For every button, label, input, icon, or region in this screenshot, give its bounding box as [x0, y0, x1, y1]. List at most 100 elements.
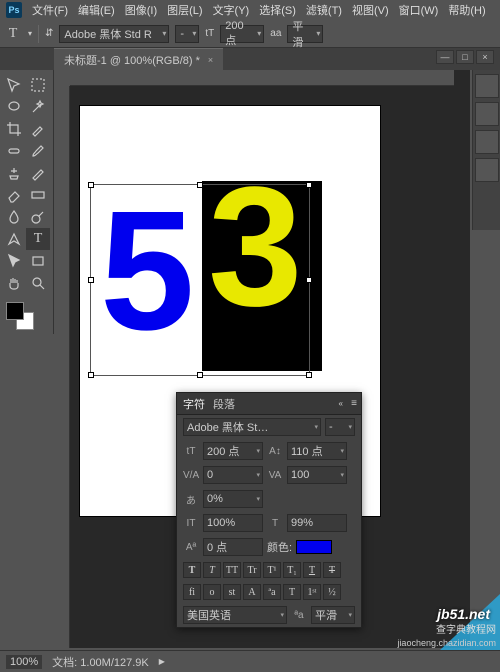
transform-bounding-box[interactable]	[90, 184, 310, 376]
faux-bold-button[interactable]: T	[183, 562, 201, 578]
transform-handle[interactable]	[88, 182, 94, 188]
document-tab-bar: 未标题-1 @ 100%(RGB/8) * ×	[0, 48, 500, 70]
opentype-buttons: fi o st A ªa T 1ˢᵗ ½	[177, 581, 361, 603]
blur-tool[interactable]	[2, 206, 26, 228]
menu-layer[interactable]: 图层(L)	[167, 2, 202, 18]
type-tool[interactable]: T	[26, 228, 50, 250]
dock-panel-icon[interactable]	[475, 158, 499, 182]
dodge-tool[interactable]	[26, 206, 50, 228]
doc-close-button[interactable]: ×	[476, 50, 494, 64]
transform-handle[interactable]	[88, 277, 94, 283]
ot-fractions-button[interactable]: ½	[323, 584, 341, 600]
font-style-dropdown[interactable]: -	[175, 25, 199, 43]
ot-titling-button[interactable]: T	[283, 584, 301, 600]
subscript-button[interactable]: T₁	[283, 562, 301, 578]
doc-maximize-button[interactable]: □	[456, 50, 474, 64]
crop-tool[interactable]	[2, 118, 26, 140]
document-tab[interactable]: 未标题-1 @ 100%(RGB/8) * ×	[54, 48, 223, 70]
zoom-level-field[interactable]: 100%	[6, 655, 42, 669]
menu-window[interactable]: 窗口(W)	[399, 2, 439, 18]
transform-handle[interactable]	[197, 372, 203, 378]
strikethrough-button[interactable]: T	[323, 562, 341, 578]
tab-character[interactable]: 字符	[183, 396, 205, 412]
ot-ligatures-button[interactable]: fi	[183, 584, 201, 600]
panel-collapse-icon[interactable]: «	[339, 399, 343, 408]
panel-antialias-dropdown[interactable]: 平滑	[311, 606, 355, 624]
panel-tsume-field[interactable]: 0%	[203, 490, 263, 508]
dock-panel-icon[interactable]	[475, 102, 499, 126]
ot-discretionary-button[interactable]: st	[223, 584, 241, 600]
tool-presets-dropdown[interactable]: ▾	[28, 29, 32, 38]
transform-handle[interactable]	[88, 372, 94, 378]
panel-font-style-dropdown[interactable]: -	[325, 418, 355, 436]
transform-handle[interactable]	[306, 372, 312, 378]
panel-text-color-swatch[interactable]	[296, 540, 332, 554]
panel-leading-field[interactable]: 110 点	[287, 442, 347, 460]
eyedropper-tool[interactable]	[26, 118, 50, 140]
transform-handle[interactable]	[306, 277, 312, 283]
panel-baseline-field[interactable]: 0 点	[203, 538, 263, 556]
eraser-tool[interactable]	[2, 184, 26, 206]
font-size-field[interactable]: 200 点	[220, 25, 264, 43]
panel-font-size-field[interactable]: 200 点	[203, 442, 263, 460]
ot-swash-button[interactable]: A	[243, 584, 261, 600]
rect-marquee-tool[interactable]	[26, 74, 50, 96]
doc-minimize-button[interactable]: —	[436, 50, 454, 64]
transform-handle[interactable]	[306, 182, 312, 188]
rectangle-tool[interactable]	[26, 250, 50, 272]
horizontal-ruler[interactable]	[70, 70, 454, 86]
zoom-tool[interactable]	[26, 272, 50, 294]
magic-wand-tool[interactable]	[26, 96, 50, 118]
move-tool[interactable]	[2, 74, 26, 96]
dock-panel-icon[interactable]	[475, 130, 499, 154]
vertical-ruler[interactable]	[54, 86, 70, 648]
ot-ordinals-button[interactable]: 1ˢᵗ	[303, 584, 321, 600]
small-caps-button[interactable]: Tr	[243, 562, 261, 578]
menu-file[interactable]: 文件(F)	[32, 2, 68, 18]
panel-font-family-dropdown[interactable]: Adobe 黑体 St…	[183, 418, 321, 436]
dock-panel-icon[interactable]	[475, 74, 499, 98]
transform-handle[interactable]	[197, 182, 203, 188]
tab-paragraph[interactable]: 段落	[213, 396, 235, 412]
panel-vscale-field[interactable]: 100%	[203, 514, 263, 532]
font-size-icon: tT	[183, 446, 199, 457]
panel-menu-icon[interactable]: ≡	[351, 398, 357, 409]
document-tab-title: 未标题-1 @ 100%(RGB/8) *	[64, 52, 200, 68]
panel-tracking-field[interactable]: 100	[287, 466, 347, 484]
status-menu-arrow[interactable]: ▶	[159, 657, 165, 666]
font-family-dropdown[interactable]: Adobe 黑体 Std R	[59, 25, 169, 43]
foreground-color-swatch[interactable]	[6, 302, 24, 320]
menu-image[interactable]: 图像(I)	[125, 2, 157, 18]
document-window-controls: — □ ×	[436, 50, 494, 64]
path-select-tool[interactable]	[2, 250, 26, 272]
menu-select[interactable]: 选择(S)	[259, 2, 296, 18]
menu-view[interactable]: 视图(V)	[352, 2, 389, 18]
lasso-tool[interactable]	[2, 96, 26, 118]
ot-contextual-button[interactable]: o	[203, 584, 221, 600]
panel-hscale-field[interactable]: 99%	[287, 514, 347, 532]
brush-tool[interactable]	[26, 140, 50, 162]
history-brush-tool[interactable]	[26, 162, 50, 184]
character-panel[interactable]: 字符 段落 « ≡ Adobe 黑体 St… - tT 200 点 A↕ 110…	[176, 392, 362, 628]
menu-type[interactable]: 文字(Y)	[213, 2, 250, 18]
panel-language-dropdown[interactable]: 美国英语	[183, 606, 287, 624]
hand-tool[interactable]	[2, 272, 26, 294]
pen-tool[interactable]	[2, 228, 26, 250]
faux-italic-button[interactable]: T	[203, 562, 221, 578]
clone-stamp-tool[interactable]	[2, 162, 26, 184]
healing-brush-tool[interactable]	[2, 140, 26, 162]
text-orientation-button[interactable]: ⇵	[45, 28, 53, 39]
antialias-dropdown[interactable]: 平滑	[287, 25, 323, 43]
all-caps-button[interactable]: TT	[223, 562, 241, 578]
leading-icon: A↕	[267, 446, 283, 457]
underline-button[interactable]: T	[303, 562, 321, 578]
ot-stylistic-button[interactable]: ªa	[263, 584, 281, 600]
gradient-tool[interactable]	[26, 184, 50, 206]
document-tab-close-button[interactable]: ×	[208, 55, 213, 65]
superscript-button[interactable]: T¹	[263, 562, 281, 578]
panel-kerning-field[interactable]: 0	[203, 466, 263, 484]
color-swatches[interactable]	[2, 300, 51, 330]
menu-help[interactable]: 帮助(H)	[448, 2, 485, 18]
menu-edit[interactable]: 编辑(E)	[78, 2, 115, 18]
menu-filter[interactable]: 滤镜(T)	[306, 2, 342, 18]
